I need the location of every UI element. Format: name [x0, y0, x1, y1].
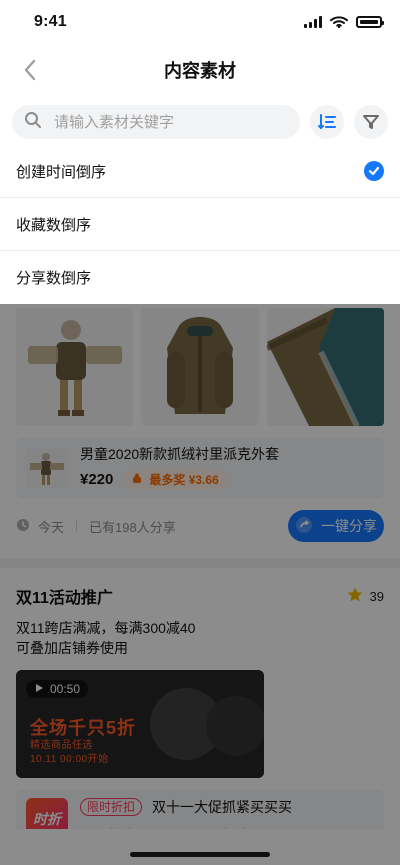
sort-option-label: 创建时间倒序: [16, 163, 107, 181]
chevron-left-icon: [24, 59, 36, 81]
sort-menu: 创建时间倒序 收藏数倒序 分享数倒序: [0, 144, 400, 304]
sort-button[interactable]: [310, 105, 344, 139]
wifi-icon: [330, 16, 348, 28]
search-row: [0, 96, 400, 144]
sort-option-label: 收藏数倒序: [16, 216, 92, 234]
empty-check-slot: [364, 214, 384, 234]
home-indicator: [130, 852, 270, 857]
sort-option-favorites-desc[interactable]: 收藏数倒序: [0, 198, 400, 251]
sort-icon: [318, 114, 336, 129]
sort-option-created-desc[interactable]: 创建时间倒序: [0, 145, 400, 198]
search-input[interactable]: [52, 112, 288, 132]
filter-icon: [363, 115, 379, 129]
signal-icon: [304, 16, 322, 28]
search-icon: [24, 111, 42, 133]
empty-check-slot: [364, 268, 384, 288]
app-screen: 9:41 内容素材 请输入素材关键字 创建时间倒序 收藏数倒序 分享数倒序 男童…: [0, 0, 400, 865]
filter-button[interactable]: [354, 105, 388, 139]
page-title: 内容素材: [164, 61, 236, 81]
check-icon: [364, 161, 384, 181]
search-bar: [12, 105, 300, 139]
status-icons: [304, 16, 384, 28]
back-button[interactable]: [16, 56, 44, 84]
dim-overlay[interactable]: [0, 304, 400, 865]
sort-option-shares-desc[interactable]: 分享数倒序: [0, 251, 400, 304]
status-time: 9:41: [34, 13, 67, 30]
top-nav: 内容素材: [0, 44, 400, 96]
sort-option-label: 分享数倒序: [16, 270, 92, 287]
battery-icon: [356, 16, 384, 28]
status-bar: 9:41: [0, 0, 400, 44]
